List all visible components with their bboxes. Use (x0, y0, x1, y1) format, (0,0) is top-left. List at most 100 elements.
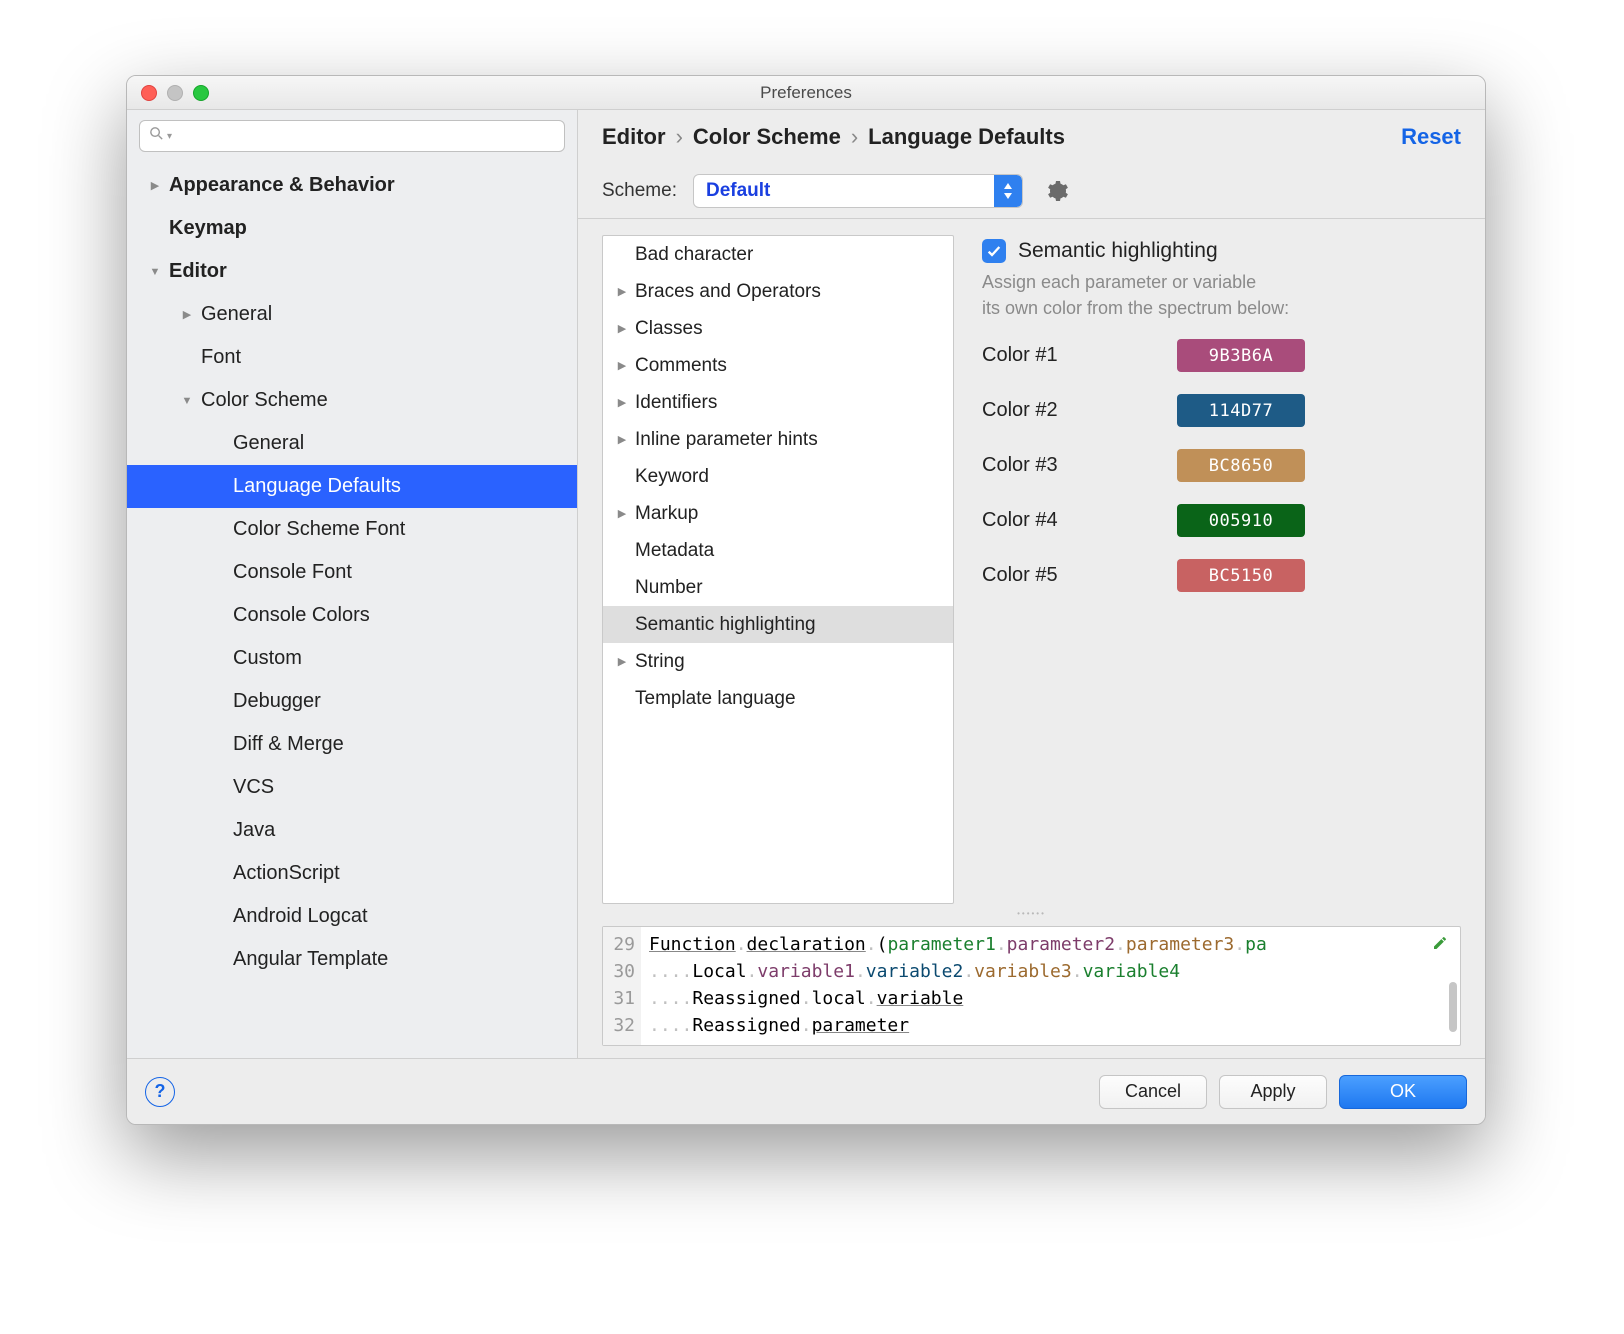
chevron-right-icon: ▶ (613, 433, 631, 446)
attr-item-label: Classes (635, 318, 703, 340)
attr-item-bad-character[interactable]: Bad character (603, 236, 953, 273)
help-button[interactable]: ? (145, 1077, 175, 1107)
attr-item-label: Keyword (635, 466, 709, 488)
attr-item-label: Identifiers (635, 392, 717, 414)
sidebar-item-general[interactable]: General (127, 422, 577, 465)
sidebar-item-label: General (233, 432, 304, 455)
color-label: Color #3 (982, 454, 1177, 477)
edit-icon[interactable] (1432, 932, 1448, 959)
attr-item-label: Inline parameter hints (635, 429, 818, 451)
sidebar-item-keymap[interactable]: Keymap (127, 207, 577, 250)
search-input[interactable]: ▾ (139, 120, 565, 152)
attr-item-number[interactable]: Number (603, 569, 953, 606)
sidebar-item-label: Java (233, 819, 275, 842)
scrollbar[interactable] (1449, 982, 1457, 1032)
code-preview: 29303132 Function.declaration.(parameter… (602, 926, 1461, 1046)
sidebar-item-debugger[interactable]: Debugger (127, 680, 577, 723)
sidebar-item-angular-template[interactable]: Angular Template (127, 938, 577, 981)
ok-button[interactable]: OK (1339, 1075, 1467, 1109)
attr-item-comments[interactable]: ▶ Comments (603, 347, 953, 384)
sidebar-item-custom[interactable]: Custom (127, 637, 577, 680)
breadcrumb: Editor › Color Scheme › Language Default… (602, 124, 1461, 150)
apply-button[interactable]: Apply (1219, 1075, 1327, 1109)
titlebar: Preferences (127, 76, 1485, 110)
attr-item-inline-parameter-hints[interactable]: ▶ Inline parameter hints (603, 421, 953, 458)
resize-grip-icon[interactable]: •••••• (602, 908, 1461, 918)
attr-item-identifiers[interactable]: ▶Identifiers (603, 384, 953, 421)
preferences-window: Preferences ▾ ▶Appearance & BehaviorKeym… (126, 75, 1486, 1125)
sidebar-item-color-scheme[interactable]: ▼Color Scheme (127, 379, 577, 422)
sidebar-item-label: Keymap (169, 217, 247, 240)
color-label: Color #5 (982, 564, 1177, 587)
sidebar-item-general[interactable]: ▶General (127, 293, 577, 336)
chevron-right-icon: ▶ (613, 359, 631, 372)
semantic-description: Assign each parameter or variable its ow… (982, 269, 1461, 321)
attr-item-label: Comments (635, 355, 727, 377)
color-label: Color #2 (982, 399, 1177, 422)
color-row-3: Color #3BC8650 (982, 449, 1461, 482)
sidebar-item-console-colors[interactable]: Console Colors (127, 594, 577, 637)
settings-tree: ▶Appearance & BehaviorKeymap▼Editor▶Gene… (127, 160, 577, 1058)
chevron-right-icon: ▶ (613, 285, 631, 298)
search-icon (148, 125, 165, 147)
sidebar-item-label: Editor (169, 260, 227, 283)
color-swatch-1[interactable]: 9B3B6A (1177, 339, 1305, 372)
sidebar-item-label: Console Font (233, 561, 352, 584)
sidebar-item-console-font[interactable]: Console Font (127, 551, 577, 594)
color-label: Color #4 (982, 509, 1177, 532)
cancel-button[interactable]: Cancel (1099, 1075, 1207, 1109)
semantic-highlighting-checkbox[interactable] (982, 239, 1006, 263)
attr-item-markup[interactable]: ▶ Markup (603, 495, 953, 532)
attr-item-label: String (635, 651, 685, 673)
footer: ? Cancel Apply OK (127, 1058, 1485, 1124)
scheme-label: Scheme: (602, 180, 677, 202)
attr-item-classes[interactable]: ▶Classes (603, 310, 953, 347)
sidebar-item-java[interactable]: Java (127, 809, 577, 852)
color-row-5: Color #5BC5150 (982, 559, 1461, 592)
scheme-select[interactable]: Default (693, 174, 1023, 208)
attr-item-semantic-highlighting[interactable]: Semantic highlighting (603, 606, 953, 643)
color-row-4: Color #4005910 (982, 504, 1461, 537)
sidebar-item-android-logcat[interactable]: Android Logcat (127, 895, 577, 938)
main-panel: Editor › Color Scheme › Language Default… (578, 110, 1485, 1058)
attr-item-braces-and-operators[interactable]: ▶Braces and Operators (603, 273, 953, 310)
chevron-right-icon: ▶ (613, 507, 631, 520)
sidebar-item-appearance-behavior[interactable]: ▶Appearance & Behavior (127, 164, 577, 207)
attr-item-template-language[interactable]: Template language (603, 680, 953, 717)
semantic-highlighting-label: Semantic highlighting (1018, 239, 1218, 263)
sidebar: ▾ ▶Appearance & BehaviorKeymap▼Editor▶Ge… (127, 110, 578, 1058)
sidebar-item-label: Color Scheme Font (233, 518, 405, 541)
sidebar-item-editor[interactable]: ▼Editor (127, 250, 577, 293)
sidebar-item-label: Appearance & Behavior (169, 174, 395, 197)
color-row-2: Color #2114D77 (982, 394, 1461, 427)
sidebar-item-label: ActionScript (233, 862, 340, 885)
color-swatch-3[interactable]: BC8650 (1177, 449, 1305, 482)
color-row-1: Color #19B3B6A (982, 339, 1461, 372)
chevron-down-icon: ▼ (179, 395, 195, 407)
sidebar-item-label: Font (201, 346, 241, 369)
attr-item-metadata[interactable]: Metadata (603, 532, 953, 569)
color-swatch-2[interactable]: 114D77 (1177, 394, 1305, 427)
chevron-right-icon: ▶ (613, 655, 631, 668)
attribute-list: Bad character▶Braces and Operators▶Class… (602, 235, 954, 904)
attr-item-string[interactable]: ▶ String (603, 643, 953, 680)
attr-item-label: Template language (635, 688, 796, 710)
color-label: Color #1 (982, 344, 1177, 367)
window-title: Preferences (127, 83, 1485, 103)
sidebar-item-diff-merge[interactable]: Diff & Merge (127, 723, 577, 766)
color-swatch-4[interactable]: 005910 (1177, 504, 1305, 537)
sidebar-item-color-scheme-font[interactable]: Color Scheme Font (127, 508, 577, 551)
reset-link[interactable]: Reset (1401, 124, 1461, 150)
sidebar-item-label: Debugger (233, 690, 321, 713)
gear-icon[interactable] (1045, 179, 1069, 203)
attr-item-keyword[interactable]: Keyword (603, 458, 953, 495)
sidebar-item-vcs[interactable]: VCS (127, 766, 577, 809)
sidebar-item-actionscript[interactable]: ActionScript (127, 852, 577, 895)
color-swatch-5[interactable]: BC5150 (1177, 559, 1305, 592)
sidebar-item-label: Angular Template (233, 948, 388, 971)
sidebar-item-language-defaults[interactable]: Language Defaults (127, 465, 577, 508)
sidebar-item-font[interactable]: Font (127, 336, 577, 379)
chevron-down-icon[interactable]: ▾ (167, 131, 172, 142)
attr-item-label: Markup (635, 503, 698, 525)
updown-icon (994, 175, 1022, 207)
